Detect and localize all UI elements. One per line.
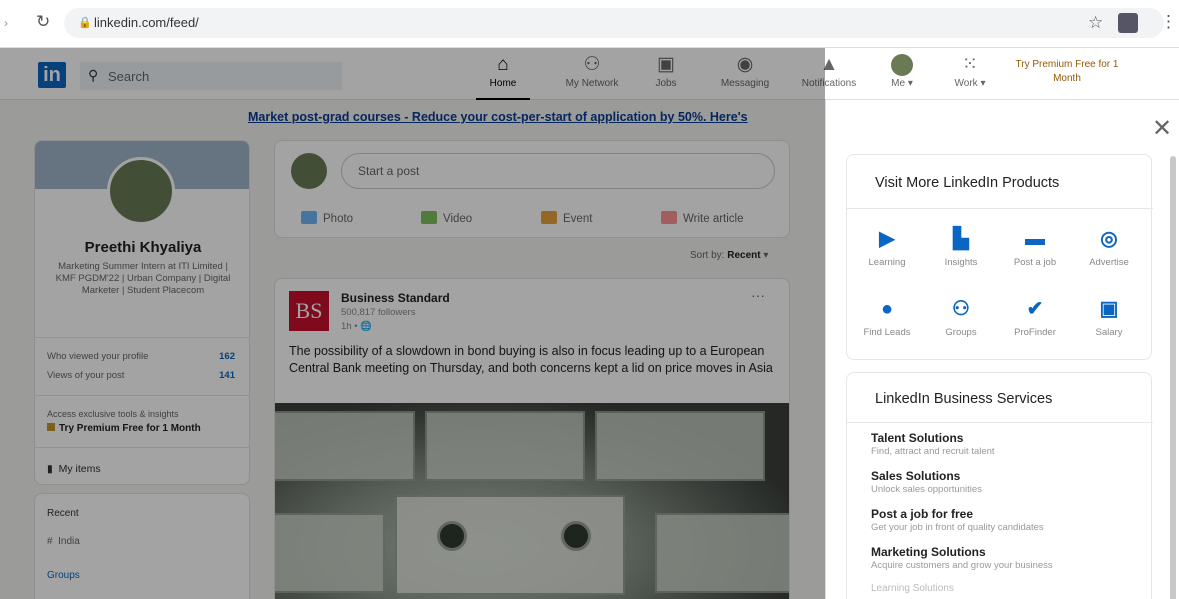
service-title: Learning Solutions	[871, 583, 954, 594]
product-groups[interactable]: ⚇ Groups	[929, 295, 993, 338]
play-icon: ▶	[879, 228, 895, 250]
briefcase-icon: ▬	[1025, 228, 1045, 250]
product-label: Advertise	[1089, 257, 1129, 268]
service-title: Sales Solutions	[871, 469, 961, 483]
panel-scrollbar[interactable]	[1170, 156, 1176, 599]
close-icon[interactable]: ✕	[1152, 114, 1172, 143]
target-icon: ◎	[1100, 228, 1118, 250]
nav-work[interactable]: ⁙ Work ▾	[948, 52, 992, 100]
bookmark-star-icon[interactable]: ☆	[1088, 13, 1103, 33]
service-desc: Get your job in front of quality candida…	[871, 522, 1044, 533]
services-title: LinkedIn Business Services	[847, 373, 1153, 423]
forward-icon[interactable]: ›	[4, 16, 8, 30]
url-text[interactable]: linkedin.com/feed/	[94, 15, 199, 30]
compass-icon: ●	[880, 298, 894, 320]
nav-work-label: Work ▾	[954, 78, 986, 89]
modal-backdrop[interactable]	[0, 48, 825, 599]
service-talent[interactable]: Talent Solutions Find, attract and recru…	[871, 431, 1141, 457]
products-card: Visit More LinkedIn Products ▶ Learning …	[846, 154, 1153, 360]
service-learning[interactable]: Learning Solutions	[871, 583, 1141, 594]
insights-icon: ▙	[953, 228, 969, 250]
avatar	[891, 54, 913, 76]
service-title: Marketing Solutions	[871, 545, 986, 559]
service-desc: Acquire customers and grow your business	[871, 560, 1053, 571]
product-label: Learning	[868, 257, 906, 268]
grid-icon: ⁙	[962, 54, 978, 75]
product-label: Groups	[945, 327, 977, 338]
service-desc: Unlock sales opportunities	[871, 484, 982, 495]
service-title: Talent Solutions	[871, 431, 964, 445]
service-sales[interactable]: Sales Solutions Unlock sales opportuniti…	[871, 469, 1141, 495]
service-title: Post a job for free	[871, 507, 974, 521]
product-find-leads[interactable]: ● Find Leads	[855, 295, 919, 338]
business-services-card: LinkedIn Business Services Talent Soluti…	[846, 372, 1153, 599]
groups-icon: ⚇	[952, 298, 970, 320]
product-label: Find Leads	[863, 327, 911, 338]
product-profinder[interactable]: ✔ ProFinder	[1003, 295, 1067, 338]
reload-icon[interactable]: ↻	[36, 12, 50, 32]
browser-toolbar: › ↻ 🔒 linkedin.com/feed/ ☆ ⋮	[0, 0, 1179, 48]
address-bar[interactable]: 🔒 linkedin.com/feed/	[64, 8, 1164, 38]
lock-icon: 🔒	[78, 17, 92, 29]
product-learning[interactable]: ▶ Learning	[855, 225, 919, 268]
product-advertise[interactable]: ◎ Advertise	[1077, 225, 1141, 268]
product-label: Insights	[944, 257, 978, 268]
nav-me[interactable]: Me ▾	[884, 52, 920, 100]
nav-me-label: Me ▾	[891, 78, 913, 89]
product-post-job[interactable]: ▬ Post a job	[1003, 225, 1067, 268]
browser-menu-icon[interactable]: ⋮	[1160, 12, 1177, 32]
product-salary[interactable]: ▣ Salary	[1077, 295, 1141, 338]
products-title: Visit More LinkedIn Products	[847, 155, 1153, 209]
try-premium-link[interactable]: Try Premium Free for 1 Month	[1012, 58, 1122, 86]
product-insights[interactable]: ▙ Insights	[929, 225, 993, 268]
service-desc: Find, attract and recruit talent	[871, 446, 995, 457]
extension-icon[interactable]	[1118, 13, 1138, 33]
service-post-job[interactable]: Post a job for free Get your job in fron…	[871, 507, 1141, 533]
product-label: Salary	[1095, 327, 1123, 338]
service-marketing[interactable]: Marketing Solutions Acquire customers an…	[871, 545, 1141, 571]
product-label: Post a job	[1013, 257, 1057, 268]
salary-icon: ▣	[1099, 298, 1119, 320]
product-label: ProFinder	[1014, 327, 1056, 338]
profinder-icon: ✔	[1026, 298, 1044, 320]
work-panel: ✕ Visit More LinkedIn Products ▶ Learnin…	[825, 100, 1179, 599]
